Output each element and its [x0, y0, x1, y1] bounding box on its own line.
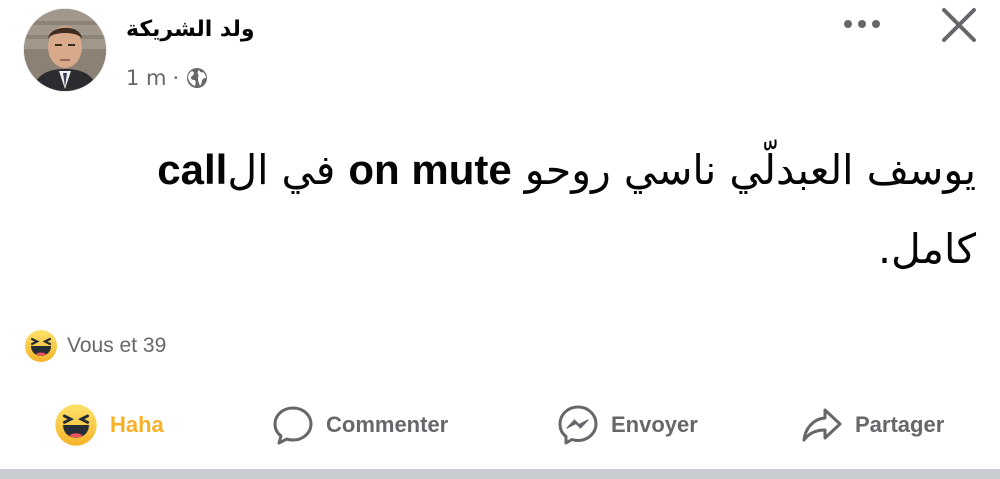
reaction-summary[interactable]: Vous et 39	[24, 329, 166, 363]
send-button[interactable]: Envoyer	[557, 396, 698, 454]
close-button[interactable]	[938, 4, 980, 46]
post-meta: 1 m ·	[126, 66, 208, 90]
comment-bubble-icon	[273, 406, 313, 445]
meta-separator: ·	[172, 66, 180, 90]
globe-icon	[187, 68, 208, 88]
post-text-line-2: كامل.	[877, 225, 976, 273]
more-dots-icon	[844, 20, 880, 28]
post-text: يوسف العبدلّي ناسي روحو on mute في الcal…	[40, 130, 976, 289]
share-arrow-icon	[802, 408, 842, 442]
messenger-icon	[558, 405, 598, 445]
post-text-line-1: يوسف العبدلّي ناسي روحو on mute في الcal…	[157, 146, 976, 194]
comment-button[interactable]: Commenter	[272, 396, 448, 454]
section-divider	[0, 469, 1000, 479]
author-name[interactable]: ولد الشريكة	[126, 17, 255, 42]
share-button[interactable]: Partager	[801, 396, 944, 454]
haha-emoji-icon	[25, 330, 57, 362]
close-icon	[942, 8, 976, 42]
haha-reaction-button[interactable]: Haha	[54, 396, 164, 454]
post-time[interactable]: 1 m	[126, 66, 167, 90]
haha-emoji-icon	[55, 404, 97, 446]
haha-label: Haha	[110, 412, 164, 437]
action-bar: Haha Commenter Envoyer Partager	[0, 396, 1000, 454]
share-label: Partager	[855, 412, 945, 437]
reaction-count: Vous et 39	[67, 334, 167, 357]
more-options-button[interactable]	[840, 16, 884, 32]
comment-label: Commenter	[326, 412, 449, 437]
author-avatar[interactable]	[24, 9, 106, 91]
send-label: Envoyer	[611, 412, 698, 437]
